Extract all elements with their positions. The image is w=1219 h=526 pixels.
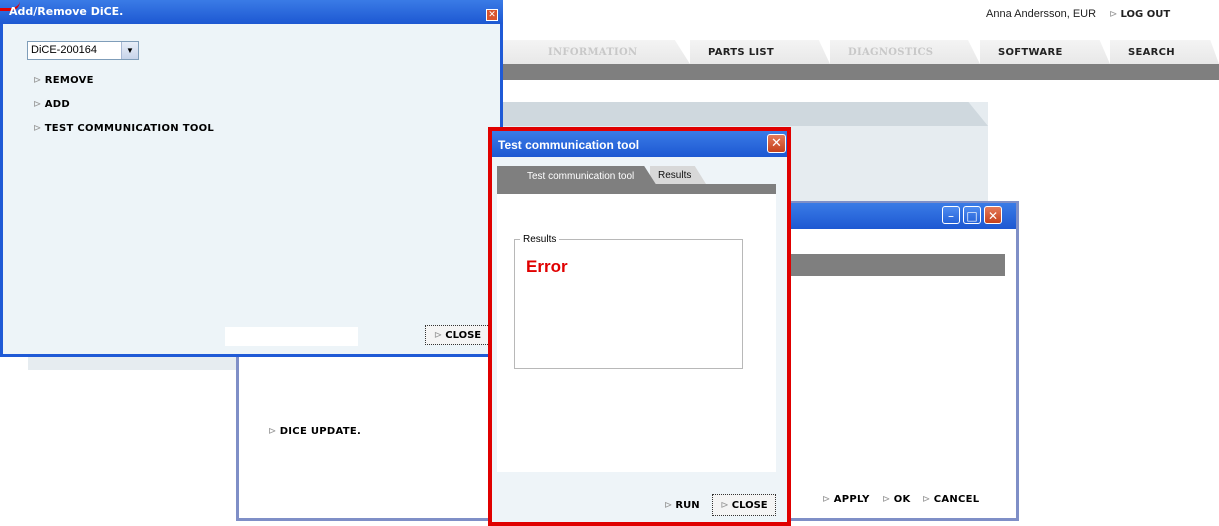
tab-underline-bar [500, 64, 1219, 80]
tab-software-label: SOFTWARE [998, 46, 1063, 58]
settings-window-titlebar [790, 203, 1016, 229]
run-label: RUN [675, 500, 700, 511]
minimize-icon[interactable]: – [942, 206, 960, 224]
chevron-down-icon[interactable]: ▼ [121, 42, 138, 59]
arrow-icon: ⊳ [268, 426, 277, 437]
logout-link[interactable]: ⊳ LOG OUT [1109, 9, 1170, 20]
arrow-icon: ⊳ [664, 500, 673, 511]
tab-information[interactable]: INFORMATION [500, 40, 690, 64]
ok-button[interactable]: ⊳ OK [882, 494, 911, 505]
remove-label: REMOVE [44, 75, 94, 86]
test-dialog-close-button[interactable]: ⊳ CLOSE [712, 494, 776, 516]
arrow-icon: ⊳ [33, 123, 42, 134]
arrow-icon: ⊳ [822, 494, 831, 505]
arrow-icon: ⊳ [720, 499, 729, 511]
test-communication-tool-link[interactable]: ⊳ TEST COMMUNICATION TOOL [33, 123, 214, 134]
arrow-icon: ⊳ [33, 75, 42, 86]
tab-diagnostics[interactable]: DIAGNOSTICS [830, 40, 980, 64]
tab-search-label: SEARCH [1128, 46, 1175, 58]
tab-diagnostics-label: DIAGNOSTICS [848, 46, 934, 58]
results-value: Error [526, 257, 568, 276]
settings-grey-bar [790, 254, 1005, 276]
tab-software[interactable]: SOFTWARE [980, 40, 1110, 64]
close-icon[interactable]: ✕ [984, 206, 1002, 224]
dice-close-label: CLOSE [445, 329, 482, 341]
maximize-icon[interactable]: □ [963, 206, 981, 224]
dice-device-select[interactable]: DiCE-200164 ▼ [27, 41, 139, 60]
dice-window-title: Add/Remove DiCE. [9, 5, 124, 18]
test-dialog-title: Test communication tool [498, 138, 640, 152]
dice-device-value: DiCE-200164 [31, 44, 98, 56]
content-panel-header [500, 102, 988, 126]
cancel-label: CANCEL [933, 494, 980, 505]
dice-close-button[interactable]: ⊳ CLOSE [425, 325, 490, 345]
tab-results-label: Results [658, 169, 692, 181]
user-name: Anna Andersson, EUR [986, 8, 1097, 20]
tab-information-label: INFORMATION [548, 46, 638, 58]
test-dialog-close-label: CLOSE [731, 499, 768, 511]
cancel-button[interactable]: ⊳ CANCEL [922, 494, 979, 505]
ok-label: OK [893, 494, 911, 505]
apply-label: APPLY [833, 494, 870, 505]
arrow-icon: ⊳ [922, 494, 931, 505]
close-icon[interactable]: ✕ [767, 134, 786, 153]
dice-update-link[interactable]: ⊳ DICE UPDATE. [268, 426, 361, 437]
tab-parts-list-label: PARTS LIST [708, 46, 775, 58]
remove-link[interactable]: ⊳ REMOVE [33, 75, 94, 86]
status-field [225, 327, 358, 346]
arrow-icon: ⊳ [882, 494, 891, 505]
arrow-icon: ⊳ [433, 329, 443, 341]
arrow-icon: ⊳ [33, 99, 42, 110]
user-area: Anna Andersson, EUR ⊳ LOG OUT [986, 8, 1170, 20]
results-label: Results [520, 234, 560, 245]
tab-test-communication-tool-label: Test communication tool [527, 170, 635, 182]
dice-update-label: DICE UPDATE. [279, 426, 362, 437]
close-icon[interactable]: ✕ [486, 9, 498, 21]
logout-label: LOG OUT [1120, 9, 1171, 20]
arrow-icon: ⊳ [1109, 9, 1118, 20]
test-communication-tool-label: TEST COMMUNICATION TOOL [44, 123, 215, 134]
tab-search[interactable]: SEARCH [1110, 40, 1219, 64]
apply-button[interactable]: ⊳ APPLY [822, 494, 870, 505]
add-label: ADD [44, 99, 70, 110]
add-link[interactable]: ⊳ ADD [33, 99, 70, 110]
tab-test-communication-tool[interactable]: Test communication tool [497, 166, 657, 186]
run-button[interactable]: ⊳ RUN [664, 500, 700, 511]
tab-parts-list[interactable]: PARTS LIST [690, 40, 830, 64]
